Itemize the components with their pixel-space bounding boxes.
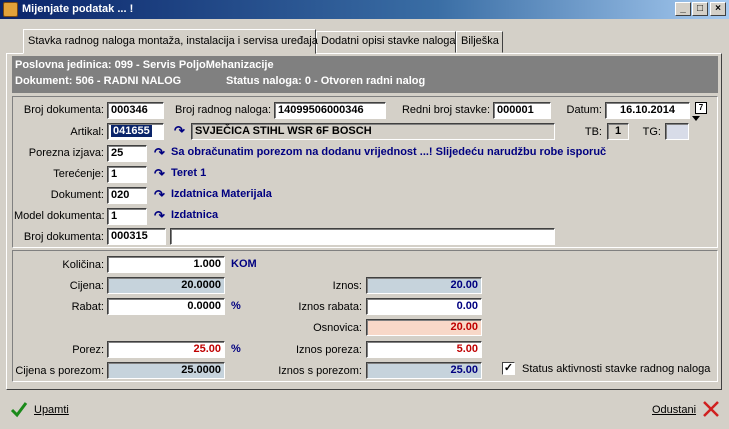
kolicina-label: Količina: [62, 259, 104, 271]
artikal-code-field[interactable]: 041655 [107, 123, 164, 140]
osnovica-label: Osnovica: [313, 322, 362, 334]
title-bar: Mijenjate podatak ... ! _ □ × [0, 0, 729, 19]
save-button-label: Upamti [34, 404, 69, 416]
tab-stavka[interactable]: Stavka radnog naloga montaža, instalacij… [23, 29, 318, 54]
tab-dodatni-opisi[interactable]: Dodatni opisi stavke naloga [316, 31, 456, 53]
cijena-s-porezom-field: 25.0000 [107, 362, 225, 379]
info-bar: Poslovna jedinica: 099 - Servis PoljoMeh… [12, 56, 718, 93]
artikal-label: Artikal: [70, 126, 104, 138]
iznos-s-porezom-field: 25.00 [366, 362, 482, 379]
porezna-izjava-field[interactable]: 25 [107, 145, 147, 162]
calendar-icon[interactable]: 7 [695, 102, 707, 114]
terecenje-desc: Teret 1 [171, 167, 207, 179]
cijena-label: Cijena: [69, 280, 104, 292]
cijena-s-porezom-label: Cijena s porezom: [15, 365, 104, 377]
dokument-field[interactable]: 020 [107, 187, 147, 204]
porezna-izjava-desc: Sa obračunatim porezom na dodanu vrijedn… [171, 146, 607, 158]
porez-percent: % [231, 343, 241, 355]
artikal-lookup-icon[interactable]: ↷ [174, 124, 186, 138]
maximize-button[interactable]: □ [692, 2, 708, 16]
artikal-name-field: SVJEČICA STIHL WSR 6F BOSCH [191, 123, 555, 140]
cancel-button[interactable]: Odustani [652, 404, 696, 416]
tb-label: TB: [584, 126, 602, 138]
tb-field: 1 [607, 123, 629, 140]
terecenje-field[interactable]: 1 [107, 166, 147, 183]
broj-dokumenta-label: Broj dokumenta: [23, 104, 104, 116]
business-unit: Poslovna jedinica: 099 - Servis PoljoMeh… [15, 59, 274, 71]
iznos-rabata-field[interactable]: 0.00 [366, 298, 482, 315]
iznos-poreza-label: Iznos poreza: [295, 344, 362, 356]
kolicina-field[interactable]: 1.000 [107, 256, 225, 273]
broj-dokumenta-2-label: Broj dokumenta: [23, 231, 104, 243]
broj-dokumenta-2-field[interactable]: 000315 [107, 228, 166, 245]
porezna-izjava-label: Porezna izjava: [28, 147, 104, 159]
iznos-rabata-label: Iznos rabata: [298, 301, 362, 313]
broj-radnog-naloga-field[interactable]: 14099506000346 [274, 102, 386, 119]
porez-field[interactable]: 25.00 [107, 341, 225, 358]
redni-broj-label: Redni broj stavke: [401, 104, 490, 116]
checkmark-icon[interactable] [10, 400, 28, 418]
iznos-label: Iznos: [332, 280, 362, 292]
broj-dokumenta-field[interactable]: 000346 [107, 102, 164, 119]
cancel-x-icon[interactable] [702, 400, 720, 418]
terecenje-label: Terećenje: [53, 168, 104, 180]
app-icon [3, 2, 18, 17]
status-checkbox-label: Status aktivnosti stavke radnog naloga [522, 363, 711, 375]
order-status: Status naloga: 0 - Otvoren radni nalog [226, 75, 426, 87]
window-title: Mijenjate podatak ... ! [22, 3, 134, 15]
save-button[interactable]: Upamti [34, 404, 69, 416]
rabat-label: Rabat: [71, 301, 104, 313]
osnovica-field: 20.00 [366, 319, 482, 336]
iznos-field: 20.00 [366, 277, 482, 294]
document-info: Dokument: 506 - RADNI NALOG [15, 75, 182, 87]
minimize-button[interactable]: _ [675, 2, 691, 16]
unit-of-measure: KOM [231, 258, 257, 270]
datum-field[interactable]: 16.10.2014 [605, 102, 690, 119]
close-button[interactable]: × [710, 2, 726, 16]
iznos-poreza-field[interactable]: 5.00 [366, 341, 482, 358]
redni-broj-field[interactable]: 000001 [493, 102, 551, 119]
iznos-s-porezom-label: Iznos s porezom: [278, 365, 362, 377]
model-lookup-icon[interactable]: ↷ [154, 209, 166, 223]
dokument-label: Dokument: [50, 189, 104, 201]
date-dropdown-icon[interactable] [692, 116, 700, 121]
porez-label: Porez: [72, 344, 104, 356]
model-dokumenta-desc: Izdatnica [171, 209, 219, 221]
model-dokumenta-field[interactable]: 1 [107, 208, 147, 225]
tg-field[interactable] [665, 123, 689, 140]
model-dokumenta-label: Model dokumenta: [14, 210, 105, 222]
broj-dokumenta-extra-field[interactable] [170, 228, 555, 245]
cijena-field: 20.0000 [107, 277, 225, 294]
rabat-percent: % [231, 300, 241, 312]
dokument-lookup-icon[interactable]: ↷ [154, 188, 166, 202]
artikal-code-selection: 041655 [111, 125, 152, 137]
rabat-field[interactable]: 0.0000 [107, 298, 225, 315]
broj-radnog-naloga-label: Broj radnog naloga: [175, 104, 272, 116]
tg-label: TG: [642, 126, 661, 138]
terecenje-lookup-icon[interactable]: ↷ [154, 167, 166, 181]
datum-label: Datum: [566, 104, 602, 116]
status-checkbox[interactable]: ✓ [502, 362, 515, 375]
tab-biljeska[interactable]: Bilješka [456, 31, 503, 53]
porezna-lookup-icon[interactable]: ↷ [154, 146, 166, 160]
cancel-button-label: Odustani [652, 404, 697, 416]
dokument-desc: Izdatnica Materijala [171, 188, 272, 200]
